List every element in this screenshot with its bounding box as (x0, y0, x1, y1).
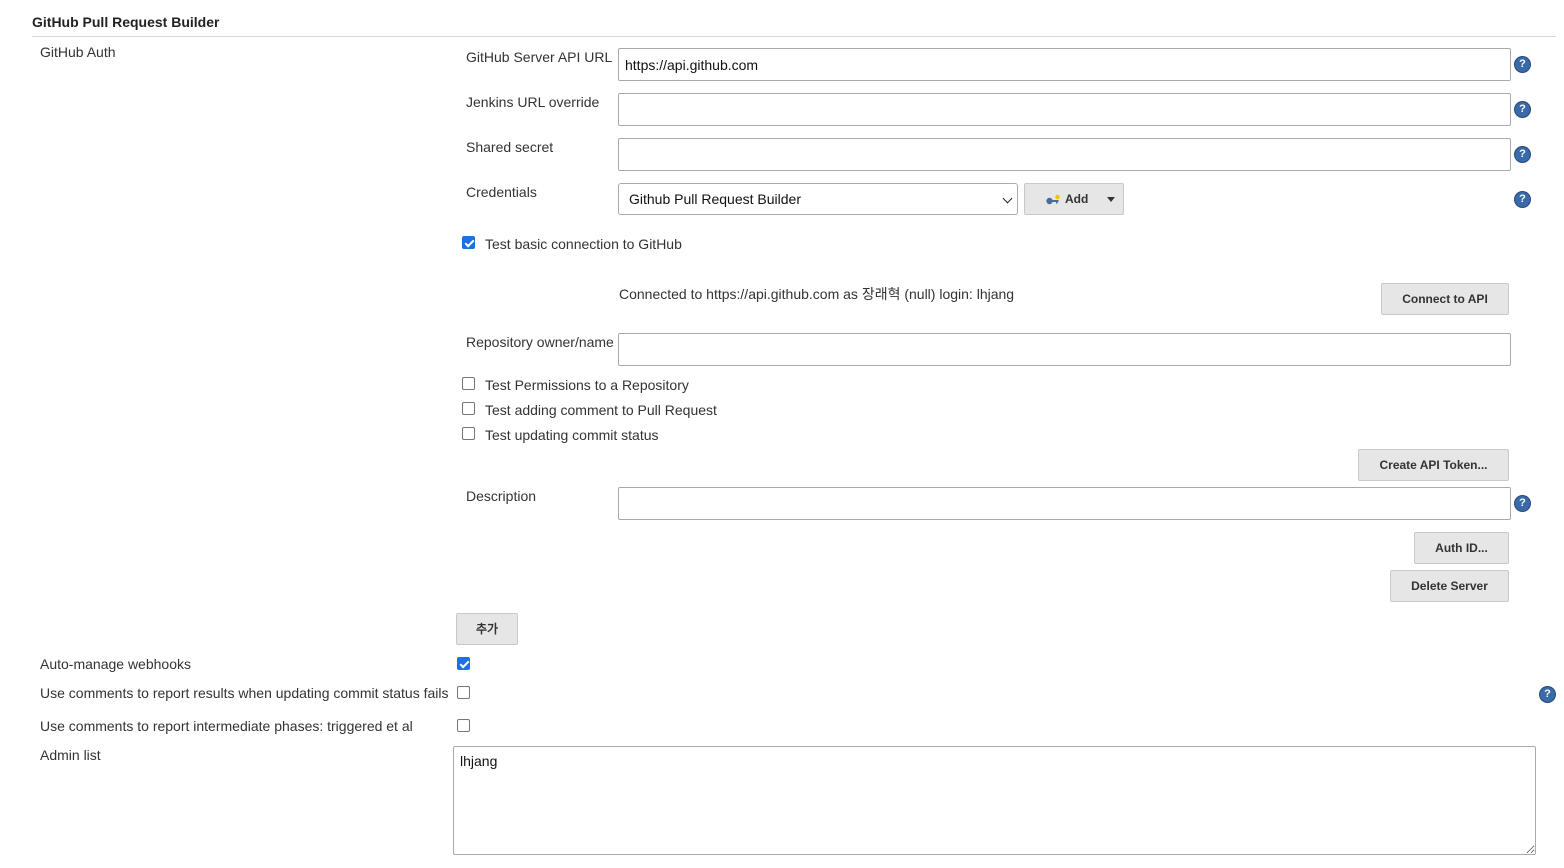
delete-server-button[interactable]: Delete Server (1390, 570, 1509, 602)
test-commit-status-checkbox[interactable] (462, 427, 475, 440)
connection-status: Connected to https://api.github.com as 장… (619, 286, 1015, 302)
shared-secret-label: Shared secret (466, 139, 554, 155)
add-credentials-label: Add (1065, 192, 1089, 206)
create-api-token-button[interactable]: Create API Token... (1358, 449, 1509, 481)
github-auth-label: GitHub Auth (40, 44, 116, 60)
jenkins-url-override-input[interactable] (618, 93, 1511, 126)
comments-on-status-fail-checkbox[interactable] (457, 686, 470, 699)
auto-manage-webhooks-label: Auto-manage webhooks (40, 656, 191, 672)
test-permissions-checkbox[interactable] (462, 377, 475, 390)
jenkins-url-override-label: Jenkins URL override (466, 94, 600, 110)
shared-secret-input[interactable] (618, 138, 1511, 171)
admin-list-label: Admin list (40, 747, 101, 763)
test-basic-connection-checkbox[interactable] (462, 236, 475, 249)
description-label: Description (466, 488, 537, 504)
help-icon[interactable]: ? (1540, 687, 1555, 702)
admin-list-textarea[interactable]: lhjang (453, 746, 1536, 855)
test-comment-label: Test adding comment to Pull Request (485, 402, 717, 418)
help-icon[interactable]: ? (1515, 147, 1530, 162)
repository-label: Repository owner/name (466, 334, 614, 350)
help-icon[interactable]: ? (1515, 102, 1530, 117)
credentials-select[interactable]: Github Pull Request Builder (618, 183, 1018, 215)
credentials-selected-value: Github Pull Request Builder (629, 191, 801, 207)
section-divider (32, 36, 1556, 37)
connect-to-api-button[interactable]: Connect to API (1381, 283, 1509, 315)
test-comment-checkbox[interactable] (462, 402, 475, 415)
test-commit-status-label: Test updating commit status (485, 427, 659, 443)
dropdown-arrow-icon[interactable] (1107, 197, 1115, 202)
help-icon[interactable]: ? (1515, 57, 1530, 72)
auth-id-button[interactable]: Auth ID... (1414, 532, 1509, 564)
test-basic-connection-label: Test basic connection to GitHub (485, 236, 682, 252)
comments-intermediate-checkbox[interactable] (457, 719, 470, 732)
help-icon[interactable]: ? (1515, 192, 1530, 207)
server-api-url-label: GitHub Server API URL (466, 49, 613, 65)
add-credentials-button[interactable]: Add (1024, 183, 1124, 215)
comments-intermediate-label: Use comments to report intermediate phas… (40, 718, 413, 734)
key-icon (1045, 184, 1061, 214)
auto-manage-webhooks-checkbox[interactable] (457, 657, 470, 670)
chevron-down-icon (1002, 193, 1013, 204)
add-server-button[interactable]: 추가 (456, 613, 518, 645)
help-icon[interactable]: ? (1515, 496, 1530, 511)
credentials-label: Credentials (466, 184, 537, 200)
server-api-url-input[interactable] (618, 48, 1511, 81)
description-input[interactable] (618, 487, 1511, 520)
section-title: GitHub Pull Request Builder (32, 14, 220, 30)
repository-input[interactable] (618, 333, 1511, 366)
comments-on-status-fail-label: Use comments to report results when upda… (40, 685, 449, 701)
test-permissions-label: Test Permissions to a Repository (485, 377, 689, 393)
